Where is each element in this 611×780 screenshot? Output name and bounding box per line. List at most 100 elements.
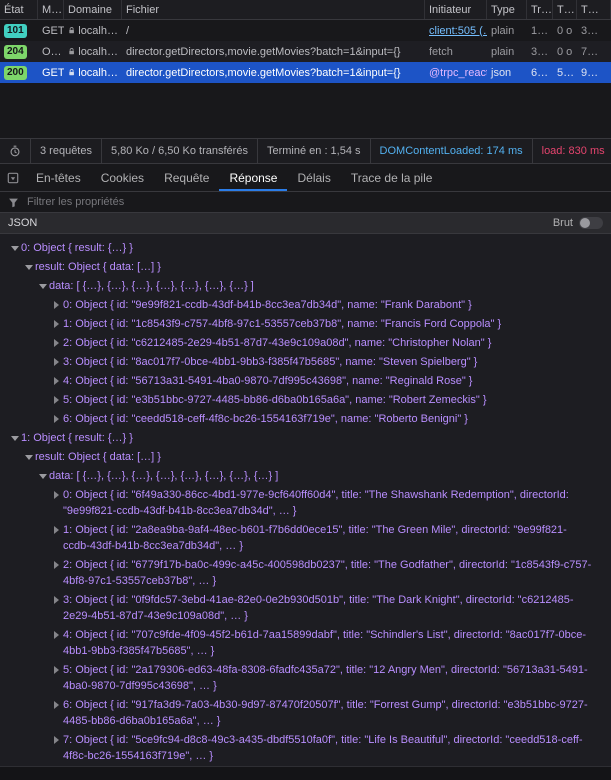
request-details-tabs: En-têtes Cookies Requête Réponse Délais … — [0, 164, 611, 192]
request-initiator-link[interactable]: @trpc_react… — [429, 67, 487, 79]
tab-headers[interactable]: En-têtes — [26, 164, 91, 191]
twisty-collapsed-icon[interactable] — [50, 316, 63, 328]
twisty-collapsed-icon[interactable] — [50, 354, 63, 366]
twisty-collapsed-icon[interactable] — [50, 732, 63, 744]
tab-response[interactable]: Réponse — [219, 164, 287, 191]
json-tree-row[interactable]: data: [ {…}, {…}, {…}, {…}, {…}, {…}, {…… — [0, 466, 593, 485]
tab-request[interactable]: Requête — [154, 164, 219, 191]
column-header-domain[interactable]: Domaine — [64, 0, 122, 19]
twisty-collapsed-icon[interactable] — [50, 697, 63, 709]
json-tree-row[interactable]: 1: Object { result: {…} } — [0, 428, 593, 447]
twisty-collapsed-icon[interactable] — [50, 557, 63, 569]
json-tree-row[interactable]: 2: Object { id: "6779f17b-ba0c-499c-a45c… — [0, 555, 593, 590]
request-size: 5… — [557, 66, 575, 79]
json-tree-row[interactable]: data: [ {…}, {…}, {…}, {…}, {…}, {…}, {…… — [0, 276, 593, 295]
json-tree-row[interactable]: 4: Object { id: "707c9fde-4f09-45f2-b61d… — [0, 625, 593, 660]
horizontal-scrollbar[interactable] — [0, 766, 611, 780]
tab-cookies[interactable]: Cookies — [91, 164, 154, 191]
properties-filter-bar — [0, 192, 611, 213]
network-request-list: État M… Domaine Fichier Initiateur Type … — [0, 0, 611, 138]
request-method: GET — [42, 24, 64, 37]
json-tree-row[interactable]: 1: Object { id: "2a8ea9ba-9af4-48ec-b601… — [0, 520, 593, 555]
twisty-collapsed-icon[interactable] — [50, 592, 63, 604]
column-header-initiator[interactable]: Initiateur — [425, 0, 487, 19]
twisty-expanded-icon[interactable] — [36, 278, 49, 289]
dom-content-loaded-time: DOMContentLoaded: 174 ms — [369, 139, 532, 163]
column-header-type[interactable]: Type — [487, 0, 527, 19]
json-section-header: JSON Brut — [0, 213, 611, 234]
request-row[interactable]: 101 GET localh… / client:505 (… plain 1…… — [0, 20, 611, 41]
status-badge: 200 — [4, 65, 27, 80]
request-list-empty-area — [0, 83, 611, 138]
request-method: O… — [42, 45, 62, 58]
request-initiator: fetch — [429, 45, 453, 58]
twisty-collapsed-icon[interactable] — [50, 411, 63, 423]
request-time: 7… — [581, 45, 599, 58]
twisty-collapsed-icon[interactable] — [50, 392, 63, 404]
json-tree-row[interactable]: 4: Object { id: "56713a31-5491-4ba0-9870… — [0, 371, 593, 390]
twisty-collapsed-icon[interactable] — [50, 627, 63, 639]
twisty-expanded-icon[interactable] — [8, 430, 21, 441]
twisty-collapsed-icon[interactable] — [50, 487, 63, 499]
column-header-transferred[interactable]: Tr… — [527, 0, 553, 19]
tab-stack-trace[interactable]: Trace de la pile — [341, 164, 443, 191]
column-header-file[interactable]: Fichier — [122, 0, 425, 19]
column-header-size[interactable]: T… — [553, 0, 577, 19]
twisty-expanded-icon[interactable] — [22, 449, 35, 460]
status-badge: 101 — [4, 23, 27, 38]
json-tree-row[interactable]: 3: Object { id: "0f9fdc57-3ebd-41ae-82e0… — [0, 590, 593, 625]
json-tree-row[interactable]: 6: Object { id: "ceedd518-ceff-4f8c-bc26… — [0, 409, 593, 428]
devtools-network-panel: État M… Domaine Fichier Initiateur Type … — [0, 0, 611, 780]
twisty-collapsed-icon[interactable] — [50, 335, 63, 347]
twisty-expanded-icon[interactable] — [36, 468, 49, 479]
json-tree-row[interactable]: 5: Object { id: "2a179306-ed63-48fa-8308… — [0, 660, 593, 695]
request-domain: localh… — [78, 24, 118, 37]
twisty-collapsed-icon[interactable] — [50, 522, 63, 534]
network-table-header: État M… Domaine Fichier Initiateur Type … — [0, 0, 611, 20]
request-method: GET — [42, 66, 64, 79]
json-tree-row[interactable]: 3: Object { id: "8ac017f7-0bce-4bb1-9bb3… — [0, 352, 593, 371]
json-tree-row[interactable]: 0: Object { result: {…} } — [0, 238, 593, 257]
json-tree-row[interactable]: 0: Object { id: "9e99f821-ccdb-43df-b41b… — [0, 295, 593, 314]
request-initiator-link[interactable]: client:505 (… — [429, 25, 487, 37]
request-transferred: 3… — [531, 45, 549, 58]
filter-properties-input[interactable] — [25, 195, 603, 209]
request-row[interactable]: 204 O… localh… director.getDirectors,mov… — [0, 41, 611, 62]
json-tree-row[interactable]: 1: Object { id: "1c8543f9-c757-4bf8-97c1… — [0, 314, 593, 333]
transferred-size: 5,80 Ko / 6,50 Ko transférés — [100, 139, 257, 163]
twisty-collapsed-icon[interactable] — [50, 662, 63, 674]
column-header-time[interactable]: T… — [577, 0, 611, 19]
request-file: / — [126, 24, 130, 37]
request-size: 0 o — [557, 24, 573, 37]
request-row-selected[interactable]: 200 GET localh… director.getDirectors,mo… — [0, 62, 611, 83]
network-summary-bar: 3 requêtes 5,80 Ko / 6,50 Ko transférés … — [0, 138, 611, 164]
response-json-tree: 0: Object { result: {…} } result: Object… — [0, 234, 611, 766]
funnel-icon — [9, 198, 18, 207]
twisty-expanded-icon[interactable] — [22, 259, 35, 270]
json-tree-row[interactable]: result: Object { data: […] } — [0, 257, 593, 276]
column-header-status[interactable]: État — [0, 0, 38, 19]
panel-toggle-icon[interactable] — [7, 172, 19, 184]
twisty-expanded-icon[interactable] — [8, 240, 21, 251]
request-time: 9… — [581, 66, 599, 79]
json-tree-row[interactable]: 0: Object { id: "6f49a330-86cc-4bd1-977e… — [0, 485, 593, 520]
twisty-collapsed-icon[interactable] — [50, 297, 63, 309]
raw-toggle-knob — [580, 218, 590, 228]
json-tree-row[interactable]: 6: Object { id: "917fa3d9-7a03-4b30-9d97… — [0, 695, 593, 730]
lock-icon — [69, 48, 74, 55]
lock-icon — [69, 27, 74, 34]
request-time: 3… — [581, 24, 599, 37]
finish-time: Terminé en : 1,54 s — [256, 139, 370, 163]
json-tree-row[interactable]: 2: Object { id: "c6212485-2e29-4b51-87d7… — [0, 333, 593, 352]
column-header-method[interactable]: M… — [38, 0, 64, 19]
json-section-label[interactable]: JSON — [8, 217, 37, 229]
raw-toggle[interactable] — [579, 217, 603, 229]
tab-timings[interactable]: Délais — [287, 164, 340, 191]
status-badge: 204 — [4, 44, 27, 59]
twisty-collapsed-icon[interactable] — [50, 373, 63, 385]
json-tree-row[interactable]: 5: Object { id: "e3b51bbc-9727-4485-bb86… — [0, 390, 593, 409]
json-tree-row[interactable]: 7: Object { id: "5ce9fc94-d8c8-49c3-a435… — [0, 730, 593, 765]
lock-icon — [69, 69, 74, 76]
json-tree-row[interactable]: result: Object { data: […] } — [0, 447, 593, 466]
request-domain: localh… — [78, 66, 118, 79]
